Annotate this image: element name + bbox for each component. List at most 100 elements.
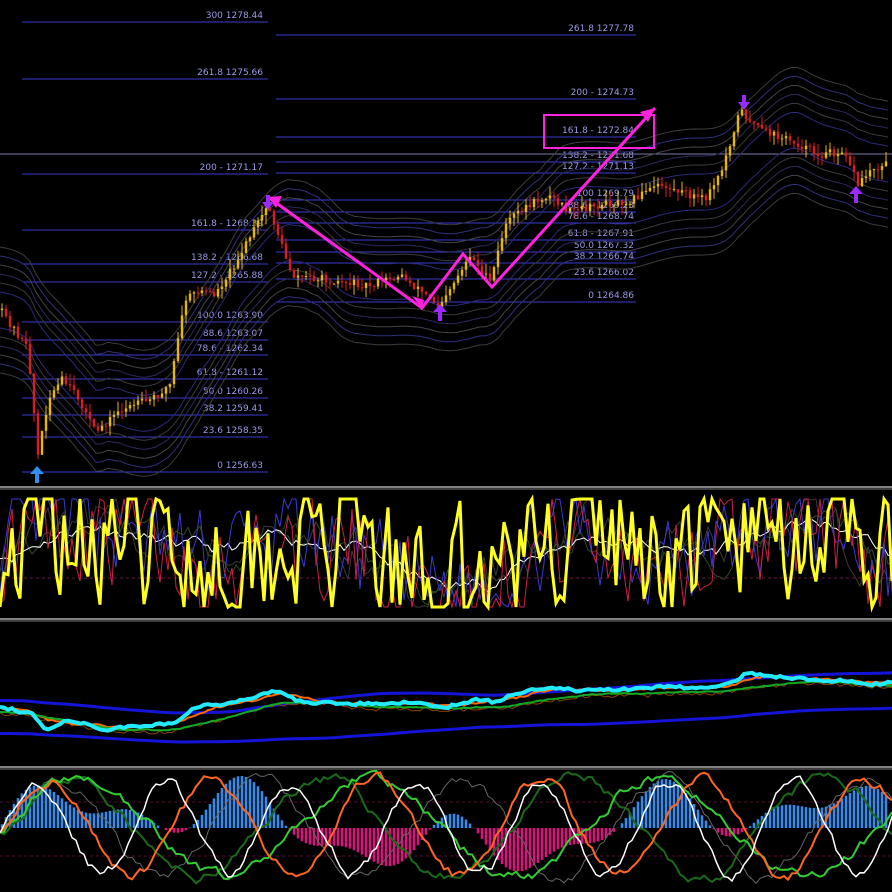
candle-body bbox=[104, 425, 108, 427]
histogram-bar bbox=[400, 828, 404, 862]
histogram-bar bbox=[336, 828, 340, 846]
candle-body bbox=[752, 121, 756, 124]
candle-body bbox=[660, 183, 664, 186]
candle-body bbox=[128, 405, 132, 409]
histogram-bar bbox=[500, 828, 504, 865]
candle-body bbox=[884, 161, 888, 167]
candle-body bbox=[744, 109, 748, 119]
candle-body bbox=[820, 156, 824, 158]
candle-body bbox=[876, 169, 880, 171]
histogram-bar bbox=[244, 776, 248, 828]
histogram-bar bbox=[304, 828, 308, 844]
candle-body bbox=[404, 274, 408, 281]
candle-body bbox=[232, 268, 236, 270]
histogram-bar bbox=[540, 828, 544, 860]
candle-body bbox=[332, 283, 336, 285]
candle-body bbox=[872, 169, 876, 171]
histogram-bar bbox=[200, 814, 204, 828]
histogram-bar bbox=[620, 823, 624, 828]
histogram-bar bbox=[292, 828, 296, 835]
candle-body bbox=[48, 397, 52, 415]
histogram-bar bbox=[172, 828, 176, 833]
candle-body bbox=[464, 261, 468, 270]
candle-body bbox=[472, 257, 476, 261]
candle-body bbox=[188, 293, 192, 301]
candle-body bbox=[840, 152, 844, 155]
histogram-bar bbox=[780, 805, 784, 828]
histogram-bar bbox=[684, 793, 688, 828]
candle-body bbox=[196, 292, 200, 294]
candle-body bbox=[796, 143, 800, 147]
candle-body bbox=[264, 208, 268, 216]
candle-body bbox=[152, 394, 156, 400]
histogram-bar bbox=[176, 828, 180, 833]
candle-body bbox=[492, 267, 496, 281]
candle-body bbox=[140, 398, 144, 401]
candle-body bbox=[176, 338, 180, 362]
histogram-bar bbox=[468, 823, 472, 828]
fib-label-right: 61.8 - 1267.91 bbox=[568, 229, 634, 239]
histogram-bar bbox=[700, 815, 704, 828]
candle-body bbox=[648, 187, 652, 191]
candle-body bbox=[148, 399, 152, 401]
histogram-bar bbox=[784, 804, 788, 828]
candle-body bbox=[740, 109, 744, 116]
candle-body bbox=[592, 203, 596, 207]
candle-body bbox=[736, 115, 740, 133]
candle-body bbox=[336, 280, 340, 284]
histogram-bar bbox=[360, 828, 364, 855]
histogram-bar bbox=[56, 795, 60, 828]
histogram-bar bbox=[800, 806, 804, 828]
candle-body bbox=[644, 190, 648, 192]
candle-body bbox=[424, 291, 428, 295]
candle-body bbox=[400, 274, 404, 277]
candle-body bbox=[476, 260, 480, 266]
candle-body bbox=[136, 400, 140, 405]
candle-body bbox=[508, 217, 512, 224]
candle-body bbox=[180, 315, 184, 339]
histogram-bar bbox=[92, 813, 96, 828]
chart-background bbox=[0, 0, 892, 892]
fib-label-right: 38.2 1266.74 bbox=[574, 252, 634, 262]
candle-body bbox=[372, 286, 376, 288]
candle-body bbox=[200, 290, 204, 294]
histogram-bar bbox=[300, 828, 304, 842]
candle-body bbox=[704, 195, 708, 201]
candle-body bbox=[864, 176, 868, 178]
trading-chart[interactable]: 300 1278.44 261.8 1275.66 200 - 1271.17 161… bbox=[0, 0, 892, 892]
candle-body bbox=[296, 275, 300, 278]
candle-body bbox=[96, 426, 100, 431]
candle-body bbox=[368, 282, 372, 287]
candle-body bbox=[168, 384, 172, 388]
candle-body bbox=[156, 394, 160, 398]
candle-body bbox=[356, 279, 360, 288]
histogram-bar bbox=[708, 825, 712, 828]
candle-body bbox=[548, 195, 552, 199]
candle-body bbox=[692, 194, 696, 199]
histogram-bar bbox=[736, 828, 740, 835]
histogram-bar bbox=[676, 784, 680, 828]
candle-body bbox=[268, 208, 272, 211]
fib-label-right: 23.6 1266.02 bbox=[574, 268, 634, 278]
candle-body bbox=[664, 185, 668, 189]
candle-body bbox=[568, 208, 572, 212]
candle-body bbox=[812, 146, 816, 154]
candle-body bbox=[836, 154, 840, 157]
histogram-bar bbox=[156, 825, 160, 828]
histogram-bar bbox=[432, 825, 436, 828]
histogram-bar bbox=[776, 806, 780, 828]
candle-body bbox=[212, 291, 216, 297]
candle-body bbox=[432, 297, 436, 304]
histogram-bar bbox=[452, 813, 456, 828]
fib-label-right: 0 1264.86 bbox=[588, 291, 634, 301]
candle-body bbox=[780, 138, 784, 140]
histogram-bar bbox=[220, 788, 224, 828]
histogram-bar bbox=[648, 786, 652, 828]
candle-body bbox=[20, 337, 24, 339]
candle-body bbox=[868, 170, 872, 177]
candle-body bbox=[92, 418, 96, 427]
histogram-bar bbox=[748, 826, 752, 828]
candle-body bbox=[616, 200, 620, 206]
candle-body bbox=[224, 279, 228, 287]
candle-body bbox=[708, 189, 712, 201]
